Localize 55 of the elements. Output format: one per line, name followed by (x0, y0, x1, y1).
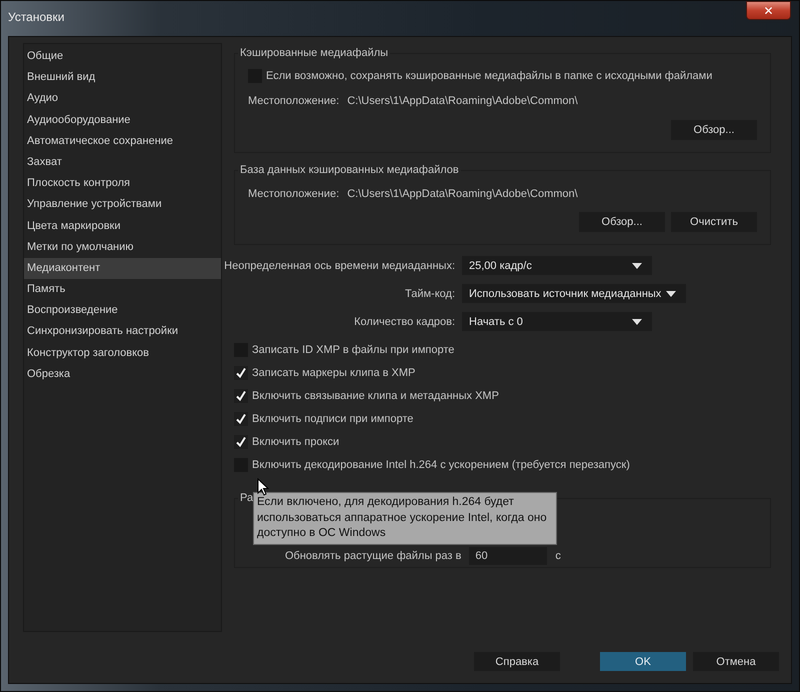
location-path: C:\Users\1\AppData\Roaming\Adobe\Common\ (347, 188, 578, 200)
sidebar-item[interactable]: Память (24, 279, 221, 300)
sidebar-item[interactable]: Захват (24, 152, 221, 174)
sidebar-item[interactable]: Управление устройствами (24, 194, 221, 216)
sidebar-item[interactable]: Общие (24, 46, 221, 68)
sidebar-item[interactable]: Цвета маркировки (24, 216, 221, 237)
dropdown[interactable]: 25,00 кадр/с (462, 256, 652, 275)
group-title: Кэшированные медиафайлы (238, 46, 390, 60)
close-button[interactable]: ✕ (746, 1, 791, 20)
dropdown-label: Тайм-код: (405, 288, 455, 300)
checkbox-label: Включить прокси (252, 436, 340, 448)
sidebar-item[interactable]: Синхронизировать настройки (24, 321, 221, 343)
sidebar-item[interactable]: Автоматическое сохранение (24, 130, 221, 152)
sidebar-item[interactable]: Обрезка (24, 364, 221, 385)
checkbox-label: Если возможно, сохранять кэшированные медиафайлы в папке с исходными файлами (266, 70, 712, 82)
location-path: C:\Users\1\AppData\Roaming\Adobe\Common\ (347, 95, 578, 107)
unit-label: с (555, 550, 561, 562)
window-title: Установки (8, 10, 64, 24)
sidebar-item[interactable]: Медиаконтент (24, 258, 221, 280)
sidebar-item[interactable]: Конструктор заголовков (24, 342, 221, 364)
checkbox[interactable] (234, 388, 248, 402)
dropdown[interactable]: Начать с 0 (462, 312, 652, 331)
checkbox-label: Включить декодирование Intel h.264 с ускорением (требуется перезапуск) (252, 458, 630, 470)
dropdown[interactable]: Использовать источник медиаданных (462, 284, 686, 303)
caret-icon (632, 318, 642, 324)
sidebar-item[interactable]: Аудио (24, 88, 221, 110)
sidebar-item[interactable]: Внешний вид (24, 67, 221, 88)
checkbox[interactable] (234, 366, 248, 380)
checkbox-label: Записать ID XMP в файлы при импорте (252, 344, 454, 356)
checkbox[interactable] (234, 434, 248, 448)
number-field[interactable]: 60 (469, 547, 548, 565)
browse-button[interactable]: Обзор... (671, 120, 757, 140)
caret-icon (666, 290, 676, 296)
tooltip: Если включено, для декодирования h.264 будет использоваться аппаратное ускорение Intel, когда оно доступно в ОС Windows (253, 492, 557, 544)
dropdown-label: Неопределенная ось времени медиаданных: (224, 260, 455, 272)
caret-icon (632, 262, 642, 268)
sidebar-item[interactable]: Плоскость контроля (24, 173, 221, 194)
ok-button[interactable]: OK (600, 652, 686, 671)
sidebar-item[interactable]: Воспроизведение (24, 300, 221, 322)
checkbox-label: Включить связывание клипа и метаданных XMP (252, 390, 499, 402)
sidebar-item[interactable]: Аудиооборудование (24, 110, 221, 131)
dropdown-label: Количество кадров: (354, 316, 455, 328)
location-label: Местоположение: (248, 95, 340, 107)
browse-button[interactable]: Обзор... (579, 212, 665, 232)
checkbox[interactable] (234, 412, 248, 426)
cancel-button[interactable]: Отмена (693, 652, 779, 671)
clear-button[interactable]: Очистить (671, 212, 757, 232)
help-button[interactable]: Справка (474, 652, 560, 671)
mouse-pointer-icon (257, 478, 269, 496)
sidebar-item[interactable]: Метки по умолчанию (24, 236, 221, 258)
location-label: Местоположение: (248, 188, 340, 200)
checkbox-label: Записать маркеры клипа в XMP (252, 366, 416, 378)
refresh-label: Обновлять растущие файлы раз в (285, 550, 462, 562)
checkbox-label: Включить подписи при импорте (252, 412, 414, 424)
group-title: База данных кэшированных медиафайлов (238, 163, 461, 177)
